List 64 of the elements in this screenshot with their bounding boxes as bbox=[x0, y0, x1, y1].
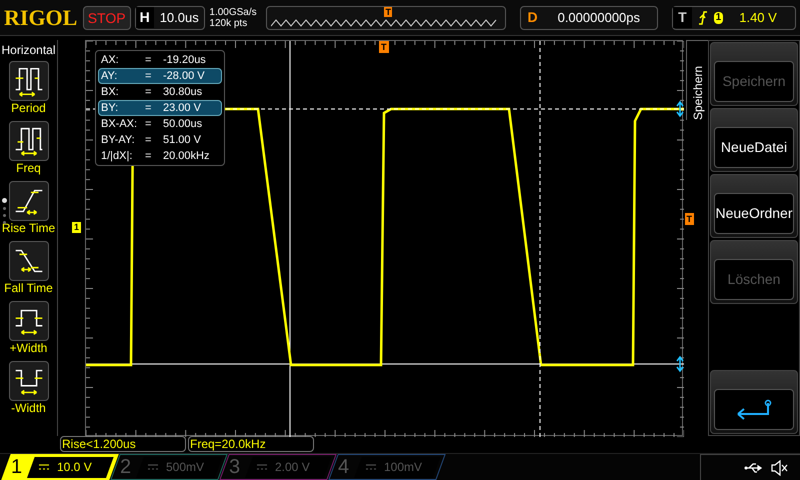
cursor-readout-row: BY: = 23.00 V bbox=[98, 100, 222, 116]
delay-value: 0.00000000ps bbox=[558, 8, 640, 27]
channel-scale: 10.0 V bbox=[57, 459, 92, 476]
measure-icon-button[interactable] bbox=[8, 121, 48, 161]
channel-number: 4 bbox=[338, 455, 350, 480]
brand-logo: RIGOL bbox=[4, 4, 78, 32]
measure-icon-button[interactable] bbox=[8, 61, 48, 101]
measurement-result: Rise<1.200us bbox=[60, 436, 186, 452]
cursor-marker-icon bbox=[676, 356, 684, 372]
softkey-button[interactable]: NeueOrdner bbox=[714, 193, 794, 234]
dc-coupling-icon bbox=[39, 464, 49, 470]
channel-scale: 2.00 V bbox=[275, 459, 310, 476]
measure-menu-item[interactable]: +Width bbox=[8, 301, 48, 355]
menu-title: Horizontal bbox=[1, 42, 56, 59]
trigger-label: T bbox=[673, 7, 692, 28]
measure-label: Rise Time bbox=[2, 221, 56, 235]
timebase-value: 10.0us bbox=[160, 8, 199, 27]
trigger-level: 1.40 V bbox=[739, 8, 777, 27]
rising-edge-icon bbox=[698, 10, 708, 24]
softkey-button[interactable]: NeueDatei bbox=[714, 127, 794, 168]
measure-label: Freq bbox=[16, 161, 41, 175]
channel-number: 2 bbox=[120, 455, 132, 480]
usb-icon bbox=[744, 462, 764, 474]
memory-depth: 120k pts bbox=[209, 18, 248, 28]
measure-icon-button[interactable] bbox=[8, 361, 48, 401]
channel-scale: 100mV bbox=[384, 459, 422, 476]
menu-tab[interactable]: Speichern bbox=[686, 40, 708, 120]
measure-label: -Width bbox=[11, 401, 46, 415]
trigger-level-marker: T bbox=[684, 213, 694, 225]
measurement-result: Freq=20.0kHz bbox=[188, 436, 314, 452]
channel-number: 1 bbox=[11, 455, 24, 480]
dc-coupling-icon bbox=[148, 464, 158, 470]
run-stop-button[interactable]: STOP bbox=[82, 6, 131, 30]
trigger-display[interactable]: T 1 1.40 V bbox=[672, 6, 796, 30]
measure-menu-item[interactable]: Freq bbox=[8, 121, 48, 175]
channel-tab[interactable]: 1 10.0 V bbox=[1, 454, 119, 480]
cursor-readout-row: AY: = -28.00 V bbox=[98, 68, 222, 84]
measure-icon-button[interactable] bbox=[8, 241, 48, 281]
measure-label: Fall Time bbox=[4, 281, 53, 295]
trigger-channel-badge: 1 bbox=[714, 12, 724, 24]
delay-label: D bbox=[526, 8, 539, 27]
speaker-muted-icon bbox=[770, 460, 788, 476]
measure-menu-item[interactable]: -Width bbox=[8, 361, 48, 415]
trigger-position-marker: T bbox=[384, 6, 392, 16]
channel-number: 3 bbox=[229, 455, 242, 480]
measure-label: Period bbox=[11, 101, 46, 115]
sample-rate: 1.00GSa/s bbox=[209, 6, 258, 18]
measure-menu-item[interactable]: Period bbox=[8, 61, 48, 115]
back-button[interactable] bbox=[714, 389, 794, 430]
measure-icon-button[interactable] bbox=[8, 301, 48, 341]
trigger-position-marker: T bbox=[379, 41, 388, 53]
menu-tab-label: Speichern bbox=[690, 64, 706, 120]
channel-scale: 500mV bbox=[166, 459, 204, 476]
measure-menu-item[interactable]: Rise Time bbox=[2, 181, 56, 235]
timebase-display[interactable]: H 10.0us bbox=[134, 6, 206, 30]
channel-marker: 1 bbox=[72, 222, 81, 233]
measure-menu-item[interactable]: Fall Time bbox=[4, 241, 53, 295]
cursor-marker-icon bbox=[676, 100, 684, 118]
delay-display[interactable]: D 0.00000000ps bbox=[520, 6, 658, 30]
measure-label: +Width bbox=[10, 341, 48, 355]
timebase-label: H bbox=[136, 7, 154, 28]
dc-coupling-icon bbox=[366, 464, 376, 470]
dc-coupling-icon bbox=[257, 464, 267, 470]
measure-icon-button[interactable] bbox=[8, 181, 48, 221]
